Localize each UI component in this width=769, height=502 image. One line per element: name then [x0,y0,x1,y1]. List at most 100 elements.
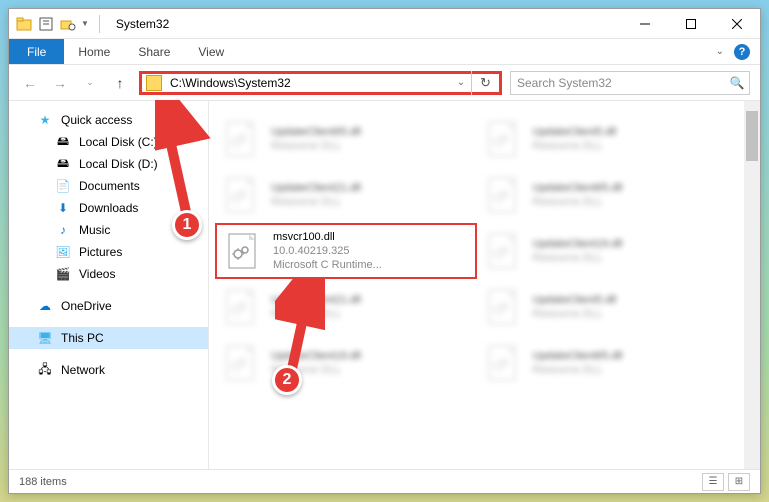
help-icon[interactable]: ? [734,44,750,60]
minimize-button[interactable] [622,9,668,39]
window-controls [622,9,760,39]
star-icon: ★ [37,112,53,128]
sidebar-onedrive[interactable]: ☁ OneDrive [9,295,208,317]
explorer-window: ▼ System32 File Home Share View ⌄ ? ← → … [8,8,761,494]
up-button[interactable]: ↑ [109,72,131,94]
sidebar-item-pictures[interactable]: 🖼 Pictures [9,241,208,263]
search-box[interactable]: Search System32 🔍 [510,71,750,95]
files-grid: UpdateClient65.dllResource DLL UpdateCli… [209,101,744,469]
file-desc: Microsoft C Runtime... [273,258,382,272]
expand-ribbon-icon[interactable]: ⌄ [716,46,724,57]
sidebar-item-drive-d[interactable]: 🖴Local Disk (D:) [9,153,208,175]
address-dropdown-icon[interactable]: ⌄ [451,77,471,88]
sidebar-network[interactable]: 🖧 Network [9,359,208,381]
tiles-view-button[interactable]: ⊞ [728,473,750,491]
file-item[interactable]: UpdateClient65.dllResource DLL [477,167,739,223]
file-desc: Resource DLL [271,139,361,153]
drive-icon: 🖴 [55,156,71,172]
file-desc: Resource DLL [271,307,361,321]
dll-icon [223,230,265,272]
back-button[interactable]: ← [19,72,41,94]
file-desc: Resource DLL [533,195,623,209]
search-input[interactable]: Search System32 [511,76,725,90]
file-item[interactable]: UpdateClient5.dllResource DLL [477,111,739,167]
sidebar-this-pc[interactable]: 🖥 This PC [9,327,208,349]
sidebar-label: Quick access [61,113,132,127]
file-item[interactable]: UpdateClient5.dllResource DLL [477,279,739,335]
sidebar-item-downloads[interactable]: ⬇Downloads [9,197,208,219]
close-button[interactable] [714,9,760,39]
tab-share[interactable]: Share [124,39,184,64]
folder-icon [146,75,162,91]
file-name: UpdateClient5.dll [533,125,617,139]
dll-icon [483,230,525,272]
drive-icon: 🖴 [55,134,71,150]
file-tab[interactable]: File [9,39,64,64]
properties-icon[interactable] [37,15,55,33]
details-view-button[interactable]: ☰ [702,473,724,491]
network-icon: 🖧 [37,362,53,378]
window-title: System32 [116,17,169,31]
ribbon: File Home Share View ⌄ ? [9,39,760,65]
sidebar-label: Network [61,363,105,377]
sidebar-item-videos[interactable]: 🎬Videos [9,263,208,285]
scrollbar[interactable] [744,101,760,469]
file-item[interactable]: UpdateClient21.dllResource DLL [215,167,477,223]
sidebar-label: Videos [79,267,115,281]
file-desc: Resource DLL [533,363,623,377]
maximize-button[interactable] [668,9,714,39]
tab-home[interactable]: Home [64,39,124,64]
file-item[interactable]: UpdateClient21.dllResource DLL [215,279,477,335]
content-area: ★ Quick access 🖴 Local Disk (C:) 🖴Local D… [9,101,760,469]
titlebar: ▼ System32 [9,9,760,39]
dll-icon [483,174,525,216]
file-name: UpdateClient19.dll [533,237,623,251]
address-bar[interactable]: C:\Windows\System32 [166,76,451,90]
separator [99,15,100,33]
file-name: UpdateClient21.dll [271,181,361,195]
file-desc: Resource DLL [271,363,361,377]
refresh-button[interactable]: ↻ [471,71,499,95]
documents-icon: 📄 [55,178,71,194]
downloads-icon: ⬇ [55,200,71,216]
pictures-icon: 🖼 [55,244,71,260]
sidebar-item-music[interactable]: ♪ Music [9,219,208,241]
qat-dropdown-icon[interactable]: ▼ [81,19,89,28]
file-name: UpdateClient65.dll [533,349,623,363]
sidebar-quick-access[interactable]: ★ Quick access [9,109,208,131]
pc-icon: 🖥 [37,330,53,346]
file-item[interactable]: UpdateClient19.dllResource DLL [477,223,739,279]
sidebar-label: OneDrive [61,299,112,313]
file-desc: Resource DLL [271,195,361,209]
file-item-highlighted[interactable]: msvcr100.dll10.0.40219.325Microsoft C Ru… [215,223,477,279]
search-icon[interactable]: 🔍 [725,76,749,90]
new-folder-icon[interactable] [59,15,77,33]
dll-icon [483,118,525,160]
quick-access-toolbar: ▼ System32 [9,15,169,33]
recent-dropdown-icon[interactable]: ⌄ [79,72,101,94]
status-bar: 188 items ☰ ⊞ [9,469,760,493]
file-item[interactable]: UpdateClient65.dllResource DLL [477,335,739,391]
forward-button[interactable]: → [49,72,71,94]
file-desc: Resource DLL [533,139,617,153]
file-desc: Resource DLL [533,307,617,321]
music-icon: ♪ [55,222,71,238]
dll-icon [483,342,525,384]
sidebar-label: Pictures [79,245,122,259]
sidebar-label: This PC [61,331,104,345]
dll-icon [221,174,263,216]
folder-icon [15,15,33,33]
sidebar-item-drive-c[interactable]: 🖴 Local Disk (C:) [9,131,208,153]
file-name: UpdateClient21.dll [271,293,361,307]
file-list: UpdateClient65.dllResource DLL UpdateCli… [209,101,760,469]
tab-view[interactable]: View [184,39,238,64]
sidebar-label: Local Disk (C:) [79,135,158,149]
sidebar-item-documents[interactable]: 📄Documents [9,175,208,197]
file-item[interactable]: UpdateClient65.dllResource DLL [215,111,477,167]
sidebar-label: Music [79,223,110,237]
file-version: 10.0.40219.325 [273,244,382,258]
address-bar-highlight: C:\Windows\System32 ⌄ ↻ [139,71,502,95]
onedrive-icon: ☁ [37,298,53,314]
file-item[interactable]: UpdateClient19.dllResource DLL [215,335,477,391]
scroll-thumb[interactable] [746,111,758,161]
